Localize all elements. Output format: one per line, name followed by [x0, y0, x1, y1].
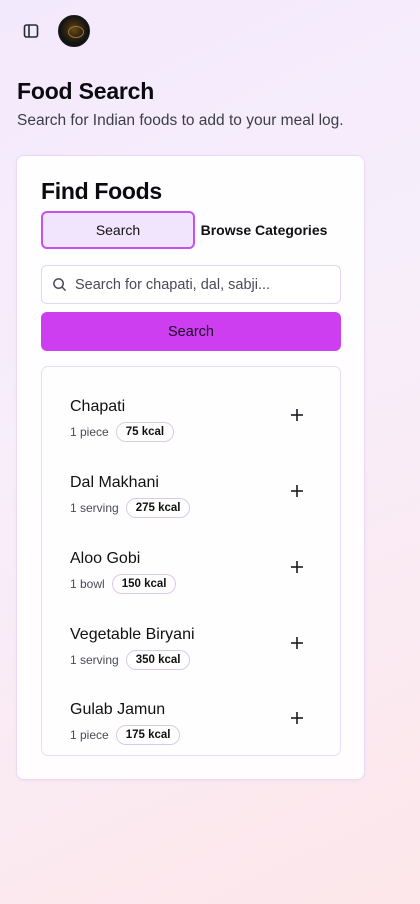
food-list-item: Chapati 1 piece 75 kcal [42, 398, 340, 458]
kcal-badge: 275 kcal [125, 498, 191, 518]
food-meta: 1 piece 75 kcal [70, 422, 175, 442]
food-name: Chapati [70, 398, 126, 415]
kcal-badge: 350 kcal [125, 650, 191, 670]
avatar[interactable] [58, 15, 90, 47]
find-foods-card: Find Foods Search Browse Categories Sear… [16, 155, 365, 780]
kcal-badge: 150 kcal [111, 574, 177, 594]
food-list-item: Vegetable Biryani 1 serving 350 kcal [42, 626, 340, 686]
page-title: Food Search [17, 78, 155, 104]
panel-left-icon [23, 24, 39, 38]
kcal-badge: 75 kcal [115, 422, 175, 442]
plus-icon [291, 561, 303, 573]
tab-browse-categories[interactable]: Browse Categories [199, 211, 329, 249]
search-icon [53, 278, 67, 292]
search-input[interactable] [75, 276, 325, 293]
food-portion: 1 piece [70, 425, 109, 439]
add-food-button[interactable] [286, 404, 308, 426]
food-name: Vegetable Biryani [70, 626, 195, 643]
search-field[interactable] [41, 265, 341, 304]
food-portion: 1 piece [70, 728, 109, 742]
plus-icon [291, 637, 303, 649]
food-meta: 1 serving 275 kcal [70, 498, 191, 518]
food-meta: 1 serving 350 kcal [70, 650, 191, 670]
plus-icon [291, 409, 303, 421]
food-meta: 1 bowl 150 kcal [70, 574, 177, 594]
add-food-button[interactable] [286, 480, 308, 502]
food-portion: 1 serving [70, 501, 119, 515]
tab-search[interactable]: Search [41, 211, 195, 249]
food-list-item: Dal Makhani 1 serving 275 kcal [42, 474, 340, 534]
food-results-list: Chapati 1 piece 75 kcal Dal Makhani 1 servin… [41, 366, 341, 756]
food-name: Dal Makhani [70, 474, 159, 491]
search-button[interactable]: Search [41, 312, 341, 351]
card-title: Find Foods [41, 178, 162, 204]
food-list-item: Gulab Jamun 1 piece 175 kcal [42, 701, 340, 761]
sidebar-toggle-button[interactable] [18, 15, 44, 47]
food-name: Gulab Jamun [70, 701, 166, 718]
food-name: Aloo Gobi [70, 550, 141, 567]
top-bar [18, 15, 90, 47]
page-subtitle: Search for Indian foods to add to your m… [17, 112, 344, 129]
plus-icon [291, 712, 303, 724]
plus-icon [291, 485, 303, 497]
food-portion: 1 bowl [70, 577, 105, 591]
add-food-button[interactable] [286, 632, 308, 654]
add-food-button[interactable] [286, 556, 308, 578]
food-list-item: Aloo Gobi 1 bowl 150 kcal [42, 550, 340, 610]
food-portion: 1 serving [70, 653, 119, 667]
add-food-button[interactable] [286, 707, 308, 729]
food-meta: 1 piece 175 kcal [70, 725, 181, 745]
kcal-badge: 175 kcal [115, 725, 181, 745]
